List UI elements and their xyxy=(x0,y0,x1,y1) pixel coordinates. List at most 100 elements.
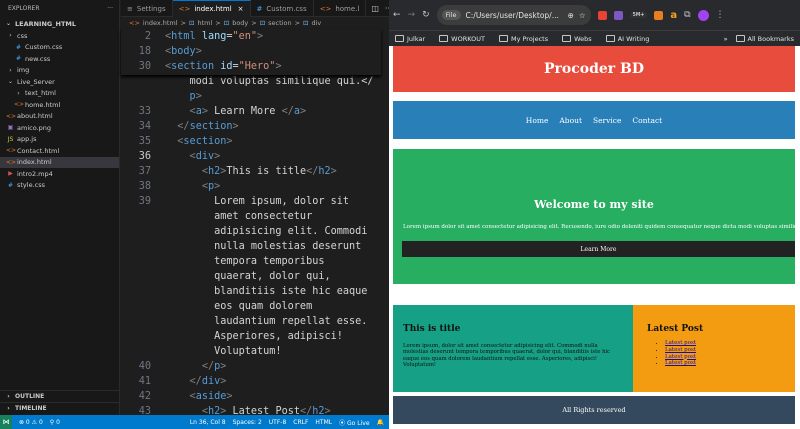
bookmark-item[interactable]: Julkar xyxy=(395,35,425,43)
post-link[interactable]: Latest post xyxy=(665,340,696,346)
code-text: quaerat, dolor qui, xyxy=(165,271,331,282)
breadcrumb-body[interactable]: body xyxy=(232,19,248,27)
code-text: <h2>This is title</h2> xyxy=(165,166,337,177)
amazon-icon[interactable]: a xyxy=(670,10,677,21)
extensions-puzzle-icon[interactable]: ⧉ xyxy=(684,10,690,20)
code-token: Voluptatum! xyxy=(165,346,282,357)
forward-arrow-icon[interactable]: → xyxy=(408,10,416,20)
code-line: laudantium repellat esse. xyxy=(121,314,381,329)
breadcrumb-html[interactable]: html xyxy=(197,19,212,27)
remote-icon[interactable]: ⋈ xyxy=(0,415,12,429)
bookmark-item[interactable]: Webs xyxy=(562,35,592,43)
file-tree-item[interactable]: <> home.html xyxy=(0,99,119,111)
code-token: Lorem ipsum, dolor sit xyxy=(165,196,350,207)
timeline-section[interactable]: › TIMELINE xyxy=(0,402,120,414)
extension-icon[interactable] xyxy=(597,10,607,20)
nav-link[interactable]: Home xyxy=(526,116,549,125)
go-live-button[interactable]: ⦿ Go Live xyxy=(339,418,369,427)
language-mode[interactable]: HTML xyxy=(315,419,332,426)
problems-count[interactable]: ⊗ 0 ⚠ 0 xyxy=(19,419,43,426)
notifications-bell-icon[interactable]: 🔔 xyxy=(377,419,384,426)
editor-tab[interactable]: <> index.html × xyxy=(172,0,251,17)
file-tree-item[interactable]: › img xyxy=(0,65,119,77)
nav-link[interactable]: Contact xyxy=(632,116,662,125)
file-tree-item[interactable]: # style.css xyxy=(0,180,119,192)
nav-link[interactable]: Service xyxy=(593,116,621,125)
css-file-icon: # xyxy=(256,4,263,13)
editor-tab[interactable]: <> home.l xyxy=(314,0,367,17)
code-token: section xyxy=(183,136,227,147)
indentation[interactable]: Spaces: 2 xyxy=(233,419,262,426)
file-tree-item[interactable]: › text_html xyxy=(0,88,119,100)
folder-chevron-icon: › xyxy=(9,66,12,74)
zoom-icon[interactable]: ⊕ xyxy=(568,11,574,20)
file-tree-item[interactable]: # new.css xyxy=(0,53,119,65)
editor-tab[interactable]: # Custom.css xyxy=(251,0,314,17)
code-token: > xyxy=(300,106,307,117)
post-link[interactable]: Latest post xyxy=(665,347,696,353)
extension-icon[interactable] xyxy=(654,10,664,20)
file-tree-item[interactable]: <> about.html xyxy=(0,111,119,123)
file-tree-item[interactable]: ▶ intro2.mp4 xyxy=(0,168,119,180)
ports-count[interactable]: ⚲ 0 xyxy=(50,419,60,426)
chevron-right-icon: › xyxy=(7,405,10,412)
menu-dots-icon[interactable]: ⋮ xyxy=(716,10,725,20)
file-tree-item[interactable]: # Custom.css xyxy=(0,42,119,54)
cursor-position[interactable]: Ln 36, Col 8 xyxy=(190,419,226,426)
extension-icon[interactable] xyxy=(613,10,623,20)
file-tree-item[interactable]: <> index.html xyxy=(0,156,119,168)
code-token: This is title xyxy=(226,166,307,177)
file-chip[interactable]: File xyxy=(441,10,461,20)
bookmark-star-icon[interactable]: ☆ xyxy=(579,11,586,20)
file-tree-label: Custom.css xyxy=(25,43,63,52)
bookmark-item[interactable]: WORKOUT xyxy=(439,35,485,43)
all-bookmarks-label: All Bookmarks xyxy=(747,34,794,43)
file-tree-label: Contact.html xyxy=(17,146,60,155)
code-token: blanditiis iste hic eaque xyxy=(165,286,368,297)
code-text: <body> xyxy=(165,46,202,57)
file-tree-item[interactable]: <> Contact.html xyxy=(0,145,119,157)
learn-more-button[interactable]: Learn More xyxy=(402,241,795,257)
outline-section[interactable]: › OUTLINE xyxy=(0,390,120,402)
file-tree-item[interactable]: JS app.js xyxy=(0,134,119,146)
close-icon[interactable]: × xyxy=(238,5,244,13)
file-tree-label: new.css xyxy=(25,54,51,63)
reload-icon[interactable]: ↻ xyxy=(422,10,430,20)
post-link[interactable]: Latest post xyxy=(665,354,696,360)
outline-label: OUTLINE xyxy=(15,393,45,400)
bookmark-item[interactable]: My Projects xyxy=(498,35,548,43)
file-tree-item[interactable]: ▣ amico.png xyxy=(0,122,119,134)
line-ending[interactable]: CRLF xyxy=(293,419,308,426)
all-bookmarks-folder[interactable]: All Bookmarks xyxy=(735,34,794,43)
code-token: tempora temporibus xyxy=(165,256,325,267)
line-number: 35 xyxy=(138,136,151,147)
more-actions-icon[interactable]: ··· xyxy=(107,5,113,12)
line-number: 38 xyxy=(138,181,151,192)
editor-tab[interactable]: ≡ Settings xyxy=(121,0,173,17)
code-token: "Hero" xyxy=(238,61,276,72)
encoding[interactable]: UTF-8 xyxy=(269,419,287,426)
file-tree-item[interactable]: ⌄ Live_Server xyxy=(0,76,119,88)
bookmark-label: WORKOUT xyxy=(451,34,485,43)
address-bar[interactable]: File C:/Users/user/Desktop/... ⊕ ☆ xyxy=(436,5,591,25)
split-editor-icon[interactable]: ◫ xyxy=(371,4,379,13)
hero-title: Welcome to my site xyxy=(534,198,654,211)
extension-badge[interactable]: 5M+ xyxy=(629,12,648,18)
breadcrumb-section[interactable]: section xyxy=(268,19,291,27)
breadcrumb-div[interactable]: div xyxy=(312,19,322,27)
profile-avatar[interactable] xyxy=(697,9,709,21)
more-bookmarks-icon[interactable]: » xyxy=(724,35,728,43)
code-editor[interactable]: 2 <html lang="en"> 18 <body> 30 <section id="… xyxy=(121,29,389,417)
breadcrumb-file[interactable]: index.html xyxy=(143,19,178,27)
back-arrow-icon[interactable]: ← xyxy=(393,10,401,20)
bookmark-item[interactable]: AI Writing xyxy=(605,35,649,43)
project-folder[interactable]: ⌄ LEARNING_HTML xyxy=(0,17,119,30)
code-line: eos quam dolorem xyxy=(121,299,381,314)
nav-link[interactable]: About xyxy=(559,116,582,125)
code-token: > xyxy=(214,151,221,162)
post-link[interactable]: Latest post xyxy=(665,360,696,366)
file-tree-item[interactable]: › css xyxy=(0,30,119,42)
file-tree-label: app.js xyxy=(17,135,37,144)
